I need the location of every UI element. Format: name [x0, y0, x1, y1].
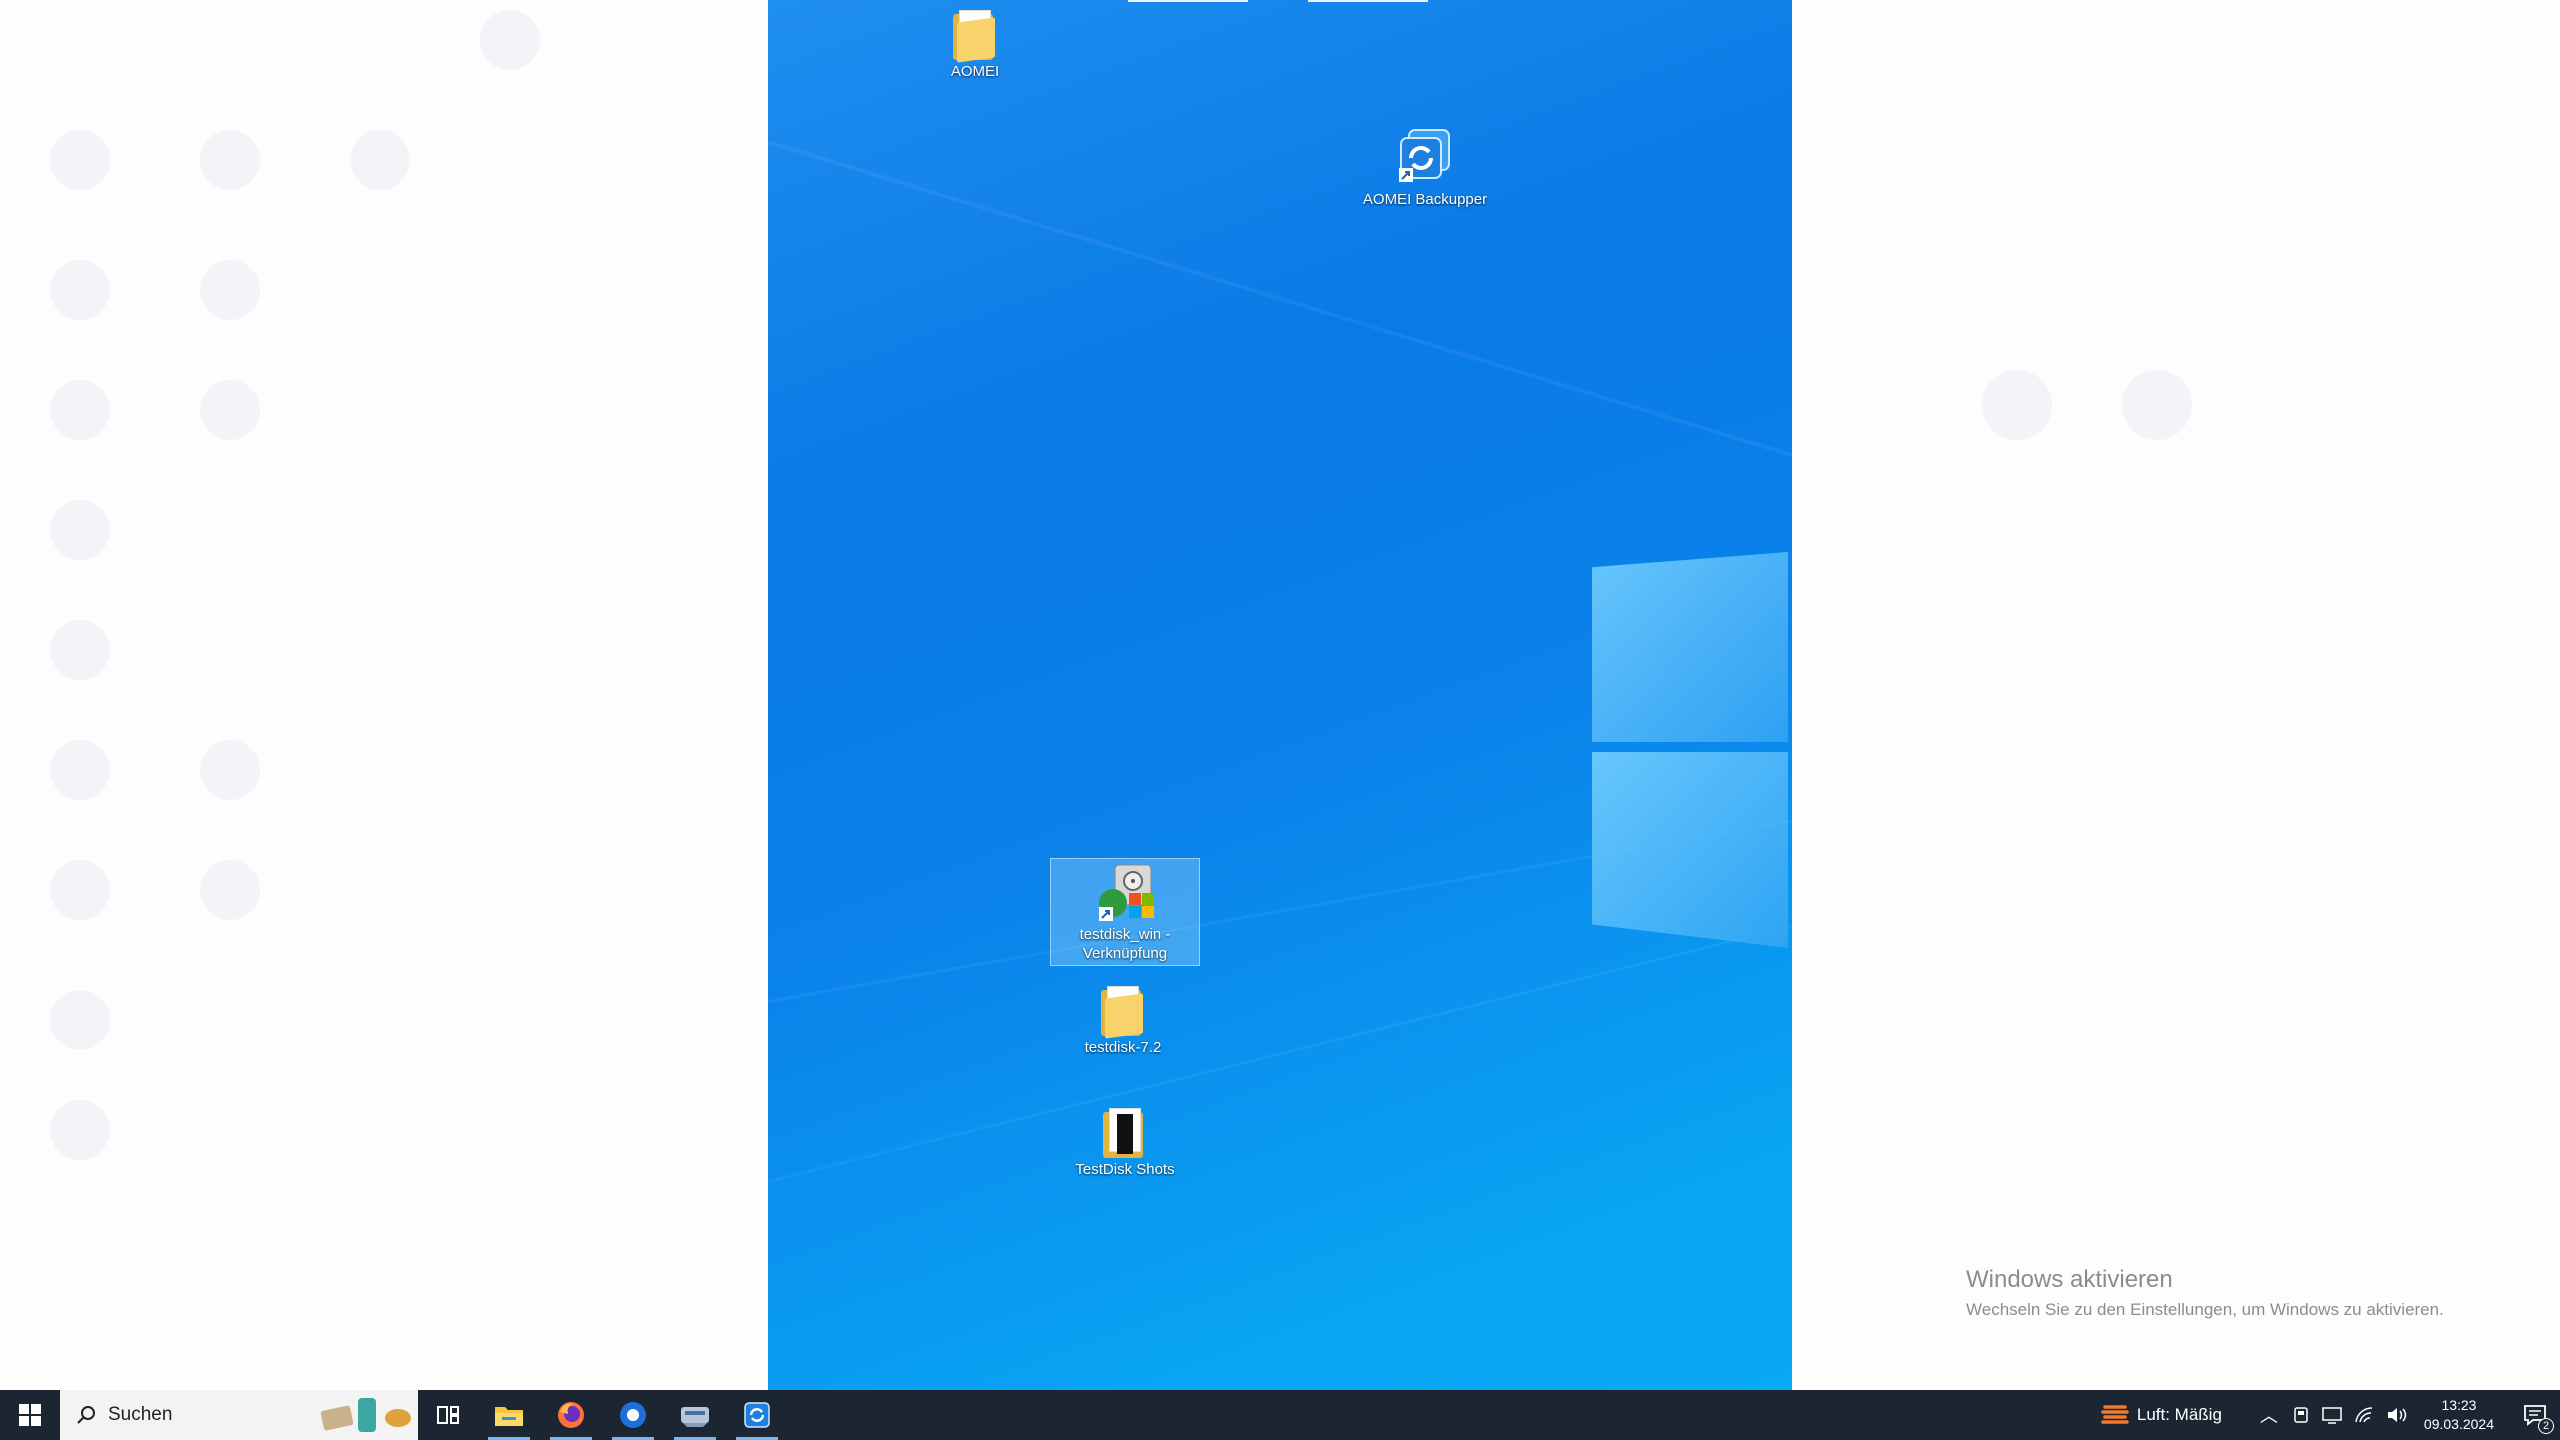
desktop-icon-aomei[interactable]: AOMEI	[910, 10, 1040, 81]
folder-icon	[1101, 986, 1145, 1039]
taskbar-file-explorer[interactable]	[478, 1390, 540, 1440]
ghost-icon	[1982, 370, 2052, 440]
desktop-icon-testdisk-shortcut[interactable]: testdisk_win - Verknüpfung	[1050, 858, 1200, 966]
desktop-icon-testdisk-7-2[interactable]: testdisk-7.2	[1058, 986, 1188, 1057]
windows-logo-pane	[1592, 752, 1788, 948]
background-window-right	[1792, 0, 2560, 1390]
weather-widget[interactable]: Luft: Mäßig	[2101, 1401, 2222, 1429]
app-icon	[620, 1402, 646, 1428]
activation-title: Windows aktivieren	[1966, 1266, 2173, 1293]
air-quality-icon	[2101, 1405, 2129, 1424]
ghost-icon	[50, 1100, 110, 1160]
task-view-icon	[437, 1406, 459, 1424]
desktop-icon-label: testdisk_win - Verknüpfung	[1079, 926, 1171, 962]
ghost-icon	[480, 10, 540, 70]
notification-center-button[interactable]: 2	[2510, 1390, 2560, 1440]
clock-time: 13:23	[2441, 1397, 2477, 1413]
ghost-icon	[50, 860, 110, 920]
window-edge	[1128, 0, 1248, 2]
volume-icon[interactable]	[2386, 1406, 2408, 1424]
ghost-icon	[2122, 370, 2192, 440]
ghost-icon	[200, 380, 260, 440]
desktop-icon-label: TestDisk Shots	[1075, 1161, 1175, 1178]
taskbar-aomei-backupper[interactable]	[726, 1390, 788, 1440]
folder-icon	[1103, 1108, 1147, 1158]
device-icon[interactable]	[2292, 1406, 2310, 1424]
light-ray	[768, 889, 1792, 1183]
testdisk-icon	[1099, 864, 1154, 921]
aomei-backupper-icon	[1399, 129, 1450, 182]
search-highlight-icon	[320, 1398, 411, 1432]
desktop-icon-aomei-backupper[interactable]: AOMEI Backupper	[1360, 128, 1490, 209]
ghost-icon	[50, 620, 110, 680]
folder-icon	[495, 1407, 523, 1426]
desktop-icon-label: AOMEI Backupper	[1362, 191, 1488, 208]
windows-logo-pane	[1592, 552, 1788, 742]
ghost-icon	[200, 740, 260, 800]
weather-text: Luft: Mäßig	[2136, 1405, 2222, 1424]
search-icon	[77, 1406, 95, 1424]
activation-watermark: Windows aktivieren Wechseln Sie zu den E…	[1966, 1266, 2444, 1320]
ghost-icon	[200, 260, 260, 320]
taskbar: Suchen Luft: Mäßig ︿ 13:23 09.03.2024 2	[0, 1390, 2560, 1440]
disk-tool-icon	[681, 1407, 709, 1427]
taskbar-search-box[interactable]: Suchen	[60, 1390, 418, 1440]
ghost-icon	[50, 990, 110, 1050]
activation-subtitle: Wechseln Sie zu den Einstellungen, um Wi…	[1966, 1300, 2444, 1319]
ghost-icon	[200, 860, 260, 920]
ghost-icon	[350, 130, 410, 190]
taskbar-app-drive[interactable]	[664, 1390, 726, 1440]
start-button[interactable]	[0, 1390, 60, 1440]
aomei-backupper-icon	[744, 1402, 770, 1428]
task-view-button[interactable]	[418, 1390, 478, 1440]
clock-date: 09.03.2024	[2423, 1416, 2494, 1432]
taskbar-firefox[interactable]	[540, 1390, 602, 1440]
ghost-icon	[50, 130, 110, 190]
desktop-icon-label: testdisk-7.2	[1084, 1039, 1162, 1056]
system-tray: Luft: Mäßig ︿ 13:23 09.03.2024 2	[2101, 1390, 2560, 1440]
desktop-icon-testdisk-shots[interactable]: TestDisk Shots	[1060, 1108, 1190, 1179]
window-edge	[1308, 0, 1428, 2]
folder-icon	[953, 10, 997, 63]
search-label: Suchen	[108, 1404, 173, 1425]
chevron-up-icon[interactable]: ︿	[2260, 1402, 2278, 1428]
background-window-left	[0, 0, 768, 1390]
ghost-icon	[200, 130, 260, 190]
notification-count-badge: 2	[2538, 1418, 2554, 1434]
windows-start-icon	[19, 1404, 41, 1426]
ghost-icon	[50, 260, 110, 320]
display-icon[interactable]	[2322, 1406, 2342, 1424]
desktop-wallpaper	[768, 0, 1792, 1390]
firefox-icon	[558, 1402, 584, 1428]
desktop-icon-label: AOMEI	[950, 63, 1000, 80]
wifi-icon[interactable]	[2354, 1406, 2374, 1424]
clock[interactable]: 13:23 09.03.2024	[2424, 1396, 2494, 1434]
ghost-icon	[50, 740, 110, 800]
taskbar-app-blue[interactable]	[602, 1390, 664, 1440]
ghost-icon	[50, 500, 110, 560]
light-ray	[768, 140, 1792, 495]
ghost-icon	[50, 380, 110, 440]
